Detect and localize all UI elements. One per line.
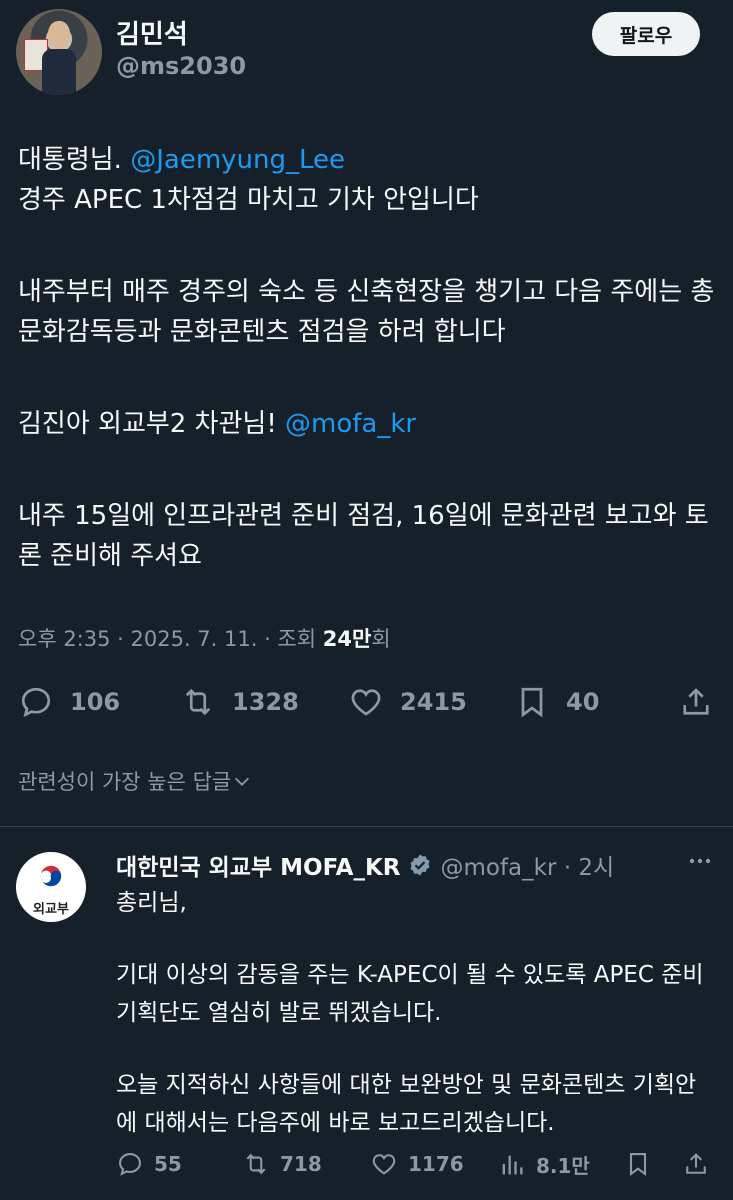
avatar-face [48,21,70,49]
tweet-meta: 오후 2:35 · 2025. 7. 11. · 조회 24만회 [18,623,391,653]
mention-link-mofa[interactable]: @mofa_kr [285,409,416,439]
tweet-line-1: 대통령님. @Jaemyung_Lee [18,140,718,180]
tweet-timestamp[interactable]: 오후 2:35 · 2025. 7. 11. · 조회 [18,627,323,651]
reply-bookmark-button[interactable] [624,1150,662,1178]
retweet-icon [246,1153,266,1175]
heart-icon [351,689,381,716]
like-count: 2415 [400,688,467,716]
reply-share-button[interactable] [682,1150,720,1178]
reply-actions: 55 718 1176 8.1만 [116,1150,716,1186]
reply-icon [21,687,51,718]
reply-retweet-button[interactable]: 718 [242,1150,322,1178]
share-icon [686,1153,706,1174]
tweet-line-1-prefix: 대통령님. [18,145,131,175]
mofa-avatar[interactable]: 외교부 [16,852,86,922]
follow-button[interactable]: 팔로우 [592,12,700,56]
reply-paragraph-2: 기대 이상의 감동을 주는 K-APEC이 될 수 있도록 APEC 준비기획단… [116,962,704,1026]
reply-like-button[interactable]: 1176 [370,1150,464,1178]
avatar-suit [42,49,76,95]
reply-sort-label: 관련성이 가장 높은 답글 [18,770,232,794]
bookmark-button[interactable]: 40 [514,684,599,720]
bookmark-icon [521,687,543,718]
verified-badge-icon [410,854,430,876]
tweet-paragraph-3-prefix: 김진아 외교부2 차관님! [18,409,286,439]
tweet-paragraph-2: 내주부터 매주 경주의 숙소 등 신축현장을 챙기고 다음 주에는 총문화감독등… [18,277,715,347]
share-button[interactable] [678,684,730,720]
tweet-paragraph-3: 김진아 외교부2 차관님! @mofa_kr [18,404,718,444]
reply-reply-count: 55 [154,1152,182,1176]
bookmark-count: 40 [566,688,600,716]
reply-button[interactable]: 106 [18,684,120,720]
reply-icon [119,1153,141,1176]
author-name[interactable]: 김민석 [116,14,188,51]
reply-author-handle[interactable]: @mofa_kr · 2시 [440,848,614,882]
like-button[interactable]: 2415 [348,684,467,720]
tweet-line-2: 경주 APEC 1차점검 마치고 기차 안입니다 [18,185,479,215]
mofa-avatar-label: 외교부 [33,902,69,917]
reply-line-1: 총리님, [116,890,187,916]
divider [0,826,733,827]
reply-view-count: 8.1만 [536,1154,590,1178]
tweet-actions: 106 1328 2415 40 [18,684,718,728]
reply-count: 106 [70,688,121,716]
chevron-down-icon [235,777,250,786]
view-suffix: 회 [371,627,391,651]
reply-reply-button[interactable]: 55 [116,1150,182,1178]
more-options-icon[interactable] [686,850,714,878]
analytics-icon [502,1155,523,1174]
reply-retweet-count: 718 [280,1152,322,1176]
reply-header: 대한민국 외교부 MOFA_KR @mofa_kr · 2시 [116,848,614,882]
retweet-count: 1328 [232,688,299,716]
reply-text: 총리님, 기대 이상의 감동을 주는 K-APEC이 될 수 있도록 APEC … [116,884,716,1142]
heart-icon [372,1154,396,1175]
reply-paragraph-3: 오늘 지적하신 사항들에 대한 보완방안 및 문화콘텐츠 기획안에 대해서는 다… [116,1072,697,1136]
view-count: 24만 [322,627,372,651]
reply-author-name[interactable]: 대한민국 외교부 MOFA_KR [116,848,400,882]
retweet-icon [185,688,211,716]
author-avatar[interactable] [16,9,102,95]
taegeuk-logo-icon [40,865,62,887]
reply-sort-dropdown[interactable]: 관련성이 가장 높은 답글 [18,766,253,796]
retweet-button[interactable]: 1328 [180,684,299,720]
reply-views-button[interactable]: 8.1만 [498,1150,590,1179]
author-handle[interactable]: @ms2030 [116,52,246,80]
share-icon [683,688,709,715]
tweet-paragraph-4: 내주 15일에 인프라관련 준비 점검, 16일에 문화관련 보고와 토론 준비… [18,501,709,571]
mention-link-jaemyung[interactable]: @Jaemyung_Lee [130,145,345,175]
tweet-text: 대통령님. @Jaemyung_Lee 경주 APEC 1차점검 마치고 기차 … [18,140,718,576]
bookmark-icon [629,1153,647,1177]
reply-like-count: 1176 [408,1152,464,1176]
